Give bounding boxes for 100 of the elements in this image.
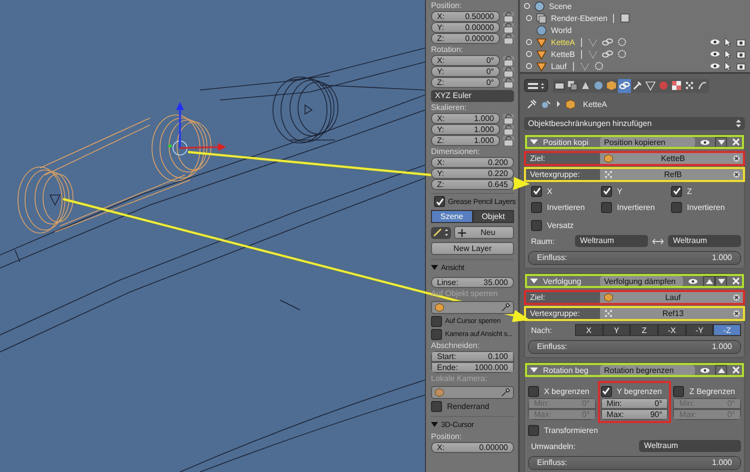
influence-slider[interactable]: Einfluss: 1.000 (528, 456, 741, 470)
invert-checkbox[interactable]: Invertieren (671, 201, 741, 213)
vertex-icon[interactable] (588, 37, 598, 47)
eye-icon[interactable] (710, 50, 720, 58)
number-field[interactable]: Ende: 1000.000 (431, 362, 514, 373)
outliner-item[interactable]: World (551, 26, 572, 34)
limit-checkbox[interactable]: Z Begrenzen (673, 385, 741, 397)
mode-tab[interactable]: Szene (431, 210, 472, 223)
lock-icon[interactable] (503, 78, 514, 88)
target-field[interactable]: Lauf (600, 291, 744, 304)
clear-icon[interactable] (733, 294, 740, 301)
pin-icon[interactable] (527, 99, 537, 109)
eye-icon[interactable] (688, 278, 698, 284)
number-field[interactable]: Start: 0.100 (431, 351, 514, 362)
invert-checkbox[interactable]: Invertieren (601, 201, 671, 213)
rotation-mode-dropdown[interactable]: XYZ Euler (431, 90, 514, 102)
lock-icon[interactable] (503, 114, 514, 124)
properties-tab[interactable] (605, 78, 618, 92)
constraint-type-field[interactable]: Position kopieren (600, 136, 695, 148)
constraint-name[interactable]: Rotation beg (543, 366, 595, 374)
influence-slider[interactable]: Einfluss: 1.000 (528, 340, 741, 354)
lock-icon[interactable] (503, 124, 514, 134)
space-dropdown[interactable]: Weltraum (668, 235, 741, 247)
clear-icon[interactable] (733, 310, 740, 317)
transform-checkbox[interactable]: Transformieren (528, 424, 741, 436)
lock-icon[interactable] (503, 22, 514, 32)
number-field[interactable]: Z: 0.645 (431, 179, 514, 190)
number-field[interactable]: Y: 1.000 (431, 124, 500, 135)
constraint-name[interactable]: Position kopi (543, 138, 595, 146)
close-icon[interactable] (732, 138, 740, 146)
properties-tab[interactable] (670, 78, 683, 92)
move-down-button[interactable] (715, 276, 727, 286)
properties-tab[interactable] (566, 78, 579, 92)
lock-icon[interactable] (503, 136, 514, 146)
eye-icon[interactable] (700, 138, 710, 146)
properties-tab[interactable] (618, 78, 631, 92)
lock-icon[interactable] (503, 12, 514, 22)
lock-icon[interactable] (503, 56, 514, 66)
checkbox[interactable] (434, 196, 445, 207)
vertex-icon[interactable] (588, 49, 598, 59)
influence-slider[interactable]: Einfluss: 1.000 (528, 251, 741, 265)
outliner-item[interactable]: Render-Ebenen (551, 14, 608, 22)
collapse-arrow-icon[interactable] (431, 264, 438, 271)
camera-icon[interactable] (736, 38, 746, 46)
limit-checkbox[interactable]: X begrenzen (528, 385, 596, 397)
axis-checkbox[interactable]: Y (601, 185, 671, 197)
invert-checkbox[interactable]: Invertieren (531, 201, 601, 213)
mode-tab[interactable]: Objekt (472, 210, 514, 223)
vertex-icon[interactable] (580, 61, 590, 71)
camera-icon[interactable] (736, 50, 746, 58)
axis-option[interactable]: -Y (686, 324, 714, 336)
layer-icon[interactable] (620, 13, 630, 23)
axis-option[interactable]: X (575, 324, 603, 336)
eyedropper-icon[interactable] (501, 303, 510, 312)
number-field[interactable]: Z: 1.000 (431, 135, 500, 146)
number-field[interactable]: Y: 0.00000 (431, 22, 500, 33)
new-layer-button[interactable]: New Layer (431, 242, 514, 255)
properties-tab[interactable] (631, 78, 644, 92)
number-field[interactable]: Y: 0.220 (431, 168, 514, 179)
offset-checkbox[interactable]: Versatz (528, 219, 741, 231)
number-field[interactable]: Z: 0° (431, 77, 500, 88)
axis-option[interactable]: Y (602, 324, 630, 336)
constraint-type-field[interactable]: Verfolgung dämpfen (600, 276, 683, 286)
editor-type-button[interactable] (524, 79, 548, 92)
chain-icon[interactable] (602, 49, 614, 59)
camera-field[interactable] (431, 386, 514, 399)
camera-icon[interactable] (736, 62, 746, 70)
move-up-button[interactable] (703, 276, 715, 286)
limit-checkbox[interactable]: Y begrenzen (600, 385, 668, 397)
eye-icon[interactable] (710, 62, 720, 70)
max-field[interactable]: Max: 90° (600, 409, 668, 420)
constraint-name[interactable]: Verfolgung (543, 276, 595, 286)
lock-icon[interactable] (503, 66, 514, 76)
collapse-arrow-icon[interactable] (530, 278, 538, 284)
clear-icon[interactable] (733, 171, 740, 178)
collapse-arrow-icon[interactable] (530, 139, 538, 145)
axis-option[interactable]: -X (658, 324, 686, 336)
chain-icon[interactable] (602, 37, 614, 47)
number-field[interactable]: Y: 0° (431, 66, 500, 77)
object-field[interactable] (431, 301, 514, 314)
lock-icon[interactable] (503, 34, 514, 44)
outliner-item[interactable]: Lauf (551, 62, 567, 70)
close-icon[interactable] (732, 277, 740, 285)
target-field[interactable]: KetteB (600, 152, 744, 165)
axis-option[interactable]: -Z (713, 324, 742, 336)
properties-tab[interactable] (696, 78, 709, 92)
gear-icon[interactable] (617, 37, 628, 47)
convert-dropdown[interactable]: Weltraum (639, 440, 741, 452)
eyedropper-icon[interactable] (501, 388, 510, 397)
outliner-item[interactable]: KetteB (551, 50, 576, 58)
axis-option[interactable]: Z (630, 324, 658, 336)
constraint-type-field[interactable]: Rotation begrenzen (600, 364, 695, 376)
collapse-arrow-icon[interactable] (431, 421, 438, 428)
number-field[interactable]: X: 0° (431, 55, 500, 66)
number-field[interactable]: Z: 0.00000 (431, 33, 500, 44)
number-field[interactable]: X: 0.50000 (431, 11, 500, 22)
properties-tab[interactable] (579, 78, 592, 92)
render-border-checkbox[interactable]: Renderrand (431, 400, 514, 412)
axis-checkbox[interactable]: Z (671, 185, 741, 197)
axis-checkbox[interactable]: X (531, 185, 601, 197)
